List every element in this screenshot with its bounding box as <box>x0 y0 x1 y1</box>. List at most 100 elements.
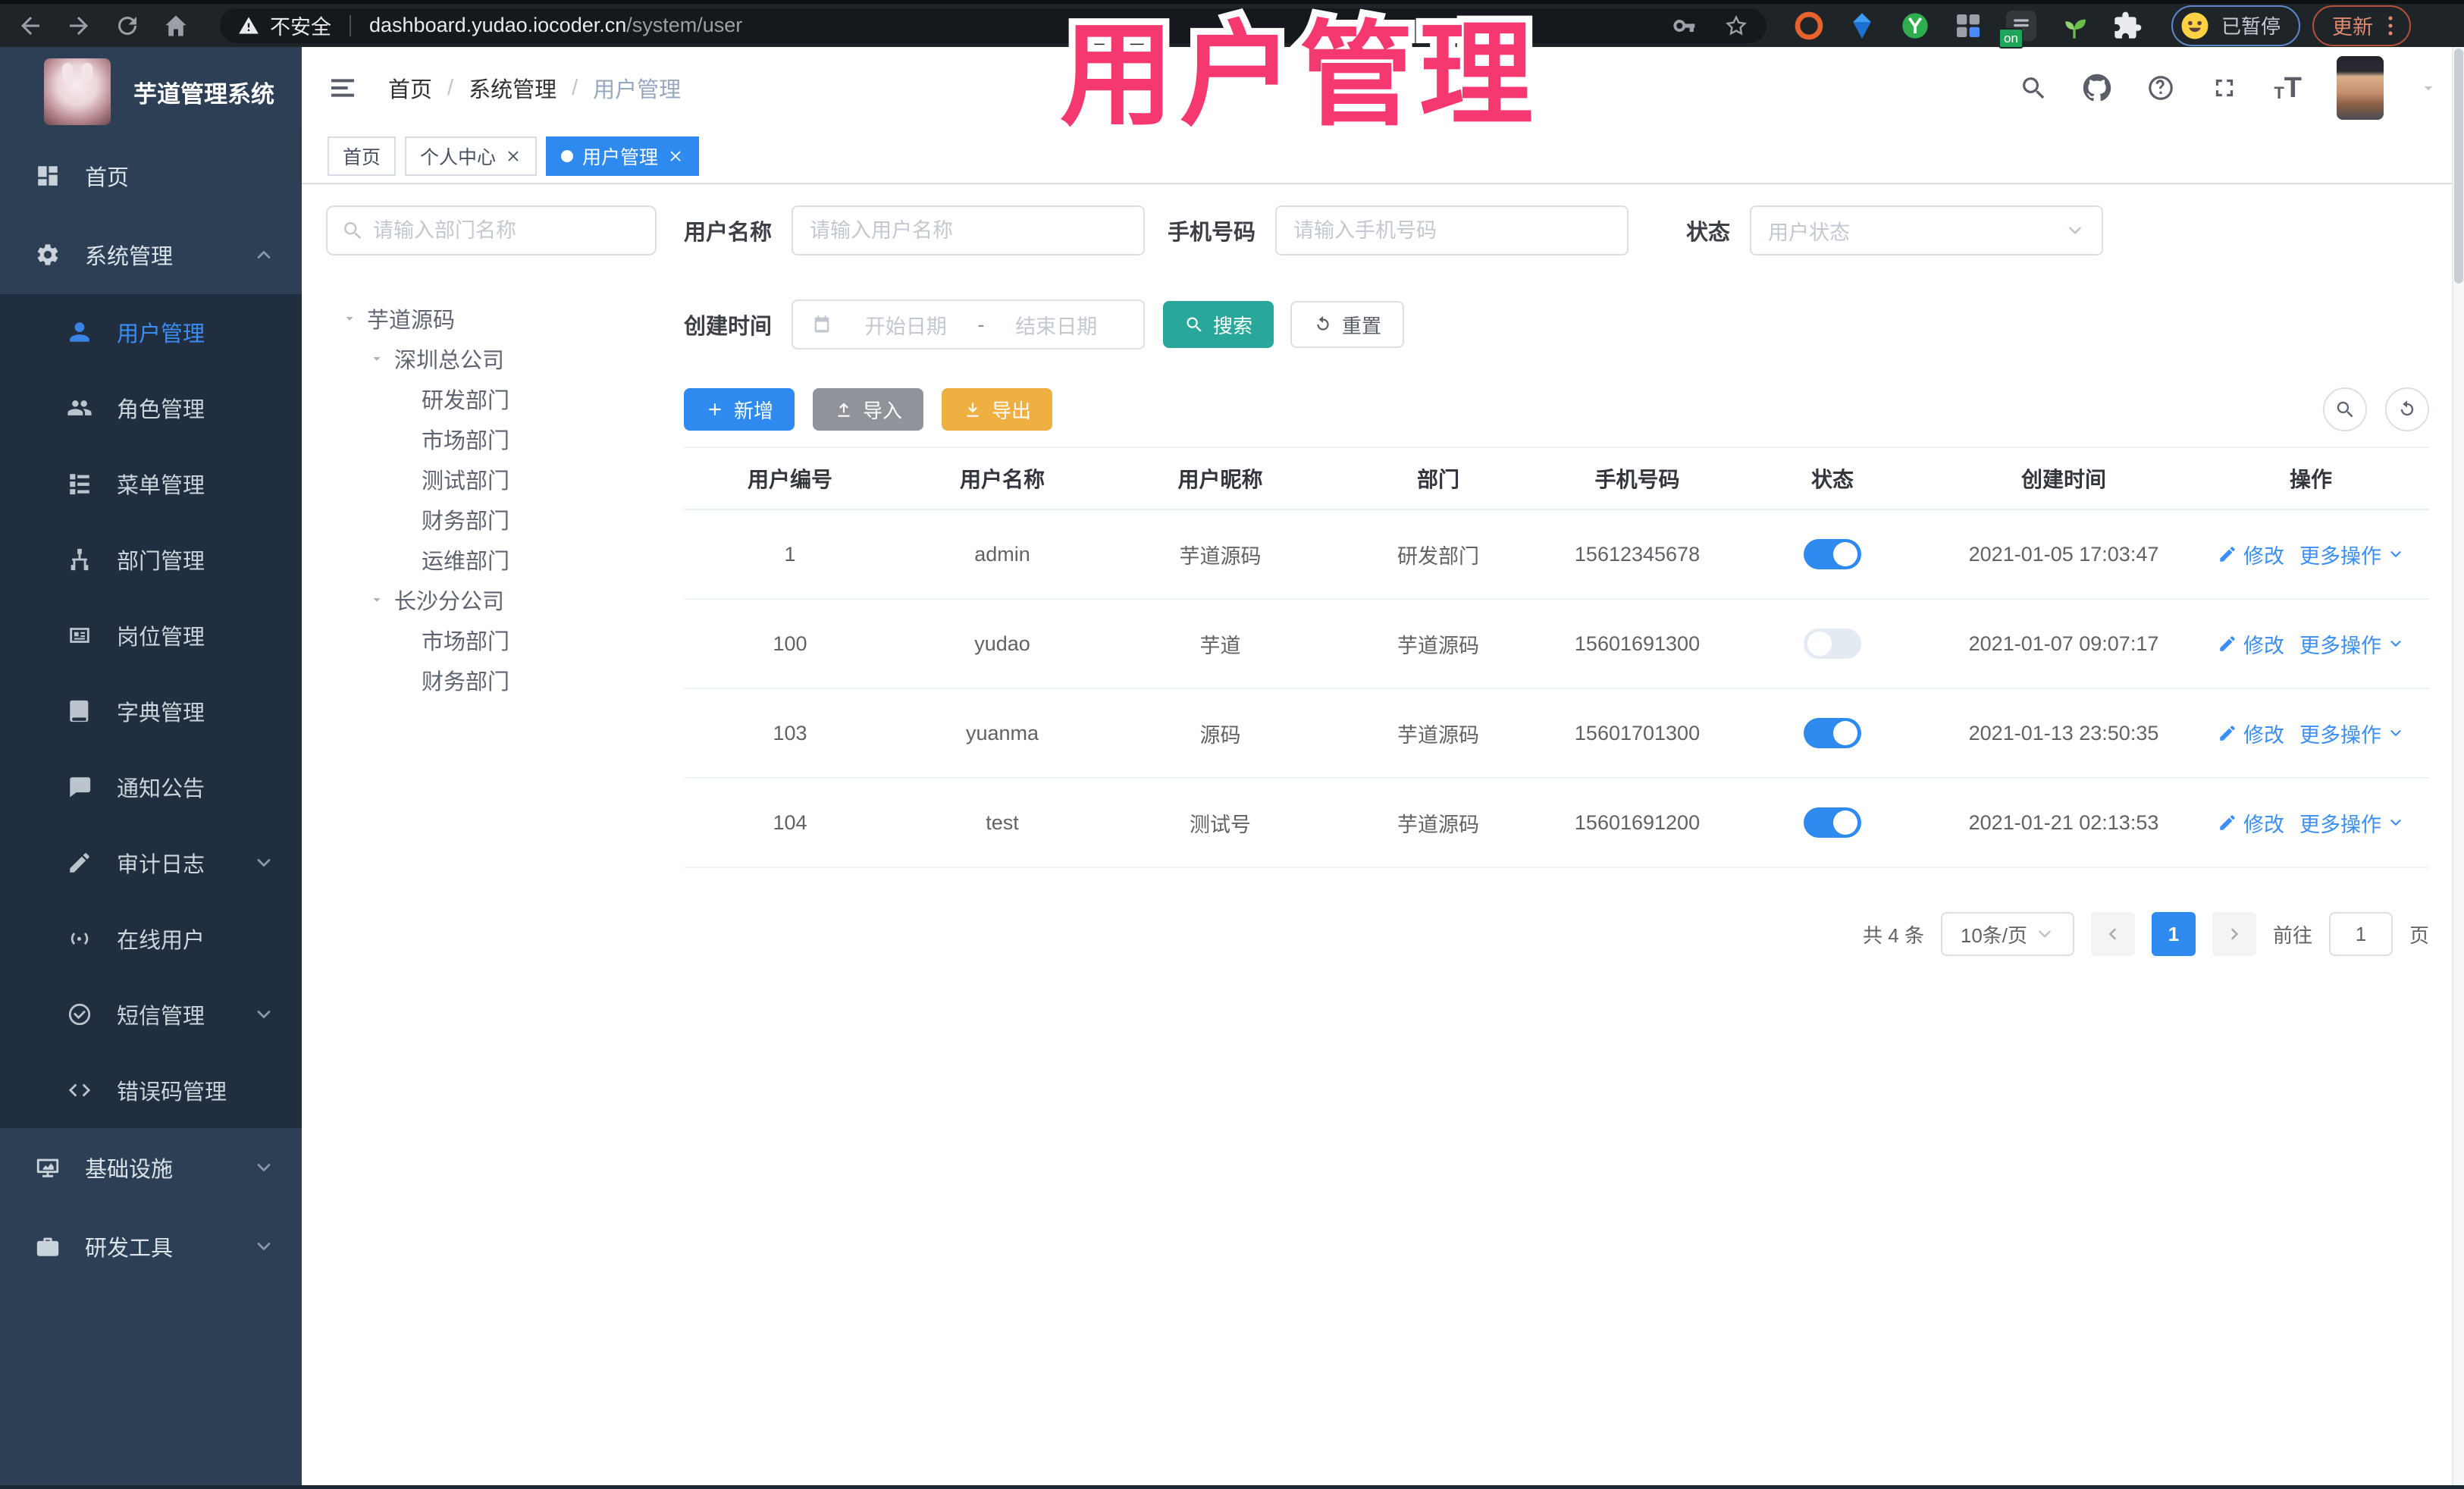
browser-forward-icon[interactable] <box>65 12 92 39</box>
next-page-button[interactable] <box>2212 912 2256 956</box>
breadcrumb-home[interactable]: 首页 <box>388 72 432 104</box>
tree-node[interactable]: 长沙分公司 <box>326 579 657 619</box>
status-toggle[interactable] <box>1804 807 1861 838</box>
scrollbar-thumb[interactable] <box>2454 49 2463 284</box>
edit-link[interactable]: 修改 <box>2218 629 2284 659</box>
cell-nickname: 测试号 <box>1190 813 1251 836</box>
cell-created: 2021-01-05 17:03:47 <box>1968 542 2159 566</box>
tab[interactable]: 个人中心 <box>405 136 538 176</box>
chevron-icon <box>253 1157 274 1178</box>
tree-node[interactable]: 测试部门 <box>326 459 657 499</box>
sidebar-menu-item[interactable]: 首页 <box>0 136 302 215</box>
browser-profile-chip[interactable]: 已暂停 <box>2171 5 2301 46</box>
bookmark-star-icon[interactable] <box>1724 14 1748 38</box>
tab[interactable]: 首页 <box>328 136 397 176</box>
status-select[interactable]: 用户状态 <box>1750 205 2104 255</box>
current-page[interactable]: 1 <box>2151 912 2196 956</box>
extensions-puzzle-icon[interactable] <box>2112 11 2143 41</box>
tree-node[interactable]: 芋道源码 <box>326 298 657 338</box>
refresh-table-button[interactable] <box>2385 387 2429 431</box>
more-actions-link[interactable]: 更多操作 <box>2299 719 2404 748</box>
edit-link[interactable]: 修改 <box>2218 808 2284 838</box>
extension-grid-icon[interactable] <box>1953 11 1983 41</box>
status-toggle[interactable] <box>1804 718 1861 748</box>
tree-node[interactable]: 财务部门 <box>326 660 657 700</box>
search-button[interactable]: 搜索 <box>1163 301 1274 348</box>
main-scrollbar[interactable] <box>2452 47 2464 1489</box>
caret-down-icon[interactable] <box>368 350 385 367</box>
toggle-search-button[interactable] <box>2323 387 2367 431</box>
tree-node-label: 深圳总公司 <box>394 348 505 373</box>
reset-button[interactable]: 重置 <box>1290 301 1405 348</box>
sidebar-menu-item[interactable]: 在线用户 <box>0 901 302 976</box>
sidebar-menu-item[interactable]: 审计日志 <box>0 825 302 901</box>
header-search-icon[interactable] <box>2019 74 2048 102</box>
import-button[interactable]: 导入 <box>813 388 924 431</box>
sidebar-menu-item[interactable]: 短信管理 <box>0 976 302 1052</box>
username-input[interactable] <box>792 205 1146 255</box>
add-button[interactable]: 新增 <box>684 388 795 431</box>
extension-on-icon[interactable]: on <box>1998 10 2036 49</box>
status-toggle[interactable] <box>1804 629 1861 659</box>
breadcrumb-system[interactable]: 系统管理 <box>469 72 556 104</box>
browser-menu-icon[interactable] <box>2378 13 2403 39</box>
prev-page-button[interactable] <box>2090 912 2135 956</box>
browser-reload-icon[interactable] <box>114 12 141 39</box>
caret-down-icon[interactable] <box>341 310 358 327</box>
fullscreen-icon[interactable] <box>2210 74 2239 102</box>
tree-node[interactable]: 财务部门 <box>326 499 657 539</box>
font-size-icon[interactable]: TT <box>2274 74 2302 102</box>
sidebar-menu-item[interactable]: 部门管理 <box>0 522 302 597</box>
tab[interactable]: 用户管理 <box>546 136 700 176</box>
edit-link[interactable]: 修改 <box>2218 719 2284 748</box>
sidebar-menu-item[interactable]: 用户管理 <box>0 294 302 370</box>
tree-node[interactable]: 运维部门 <box>326 539 657 579</box>
created-date-range[interactable]: 开始日期 - 结束日期 <box>792 299 1146 350</box>
browser-home-icon[interactable] <box>162 12 190 39</box>
close-icon[interactable] <box>505 148 522 165</box>
page-size-select[interactable]: 10条/页 <box>1940 912 2074 956</box>
extension-y-icon[interactable] <box>1900 11 1930 41</box>
close-icon[interactable] <box>667 148 684 165</box>
password-key-icon[interactable] <box>1672 14 1697 38</box>
download-icon <box>963 400 983 419</box>
hamburger-icon[interactable] <box>328 73 358 103</box>
more-actions-link[interactable]: 更多操作 <box>2299 540 2404 569</box>
extension-sprout-icon[interactable] <box>2059 11 2089 41</box>
goto-page-input[interactable] <box>2328 912 2393 956</box>
status-toggle[interactable] <box>1804 539 1861 569</box>
tree-node[interactable]: 市场部门 <box>326 418 657 459</box>
sidebar-menu-item[interactable]: 角色管理 <box>0 370 302 446</box>
sidebar-menu-item[interactable]: 岗位管理 <box>0 597 302 673</box>
sidebar-menu-item[interactable]: 错误码管理 <box>0 1052 302 1128</box>
help-icon[interactable] <box>2146 74 2175 102</box>
total-count: 共 4 条 <box>1863 923 1924 947</box>
extension-gem-icon[interactable] <box>1847 11 1877 41</box>
browser-update-button[interactable]: 更新 <box>2312 5 2412 46</box>
checkcircle-icon <box>67 1002 92 1027</box>
edit-link[interactable]: 修改 <box>2218 540 2284 569</box>
user-avatar[interactable] <box>2337 56 2384 120</box>
export-button[interactable]: 导出 <box>942 388 1053 431</box>
avatar-caret-icon[interactable] <box>2419 78 2438 98</box>
sidebar-menu-item[interactable]: 菜单管理 <box>0 446 302 522</box>
tree-node[interactable]: 深圳总公司 <box>326 338 657 378</box>
address-bar[interactable]: 不安全 dashboard.yudao.iocoder.cn /system/u… <box>220 8 1766 43</box>
github-icon[interactable] <box>2083 74 2111 102</box>
sidebar-menu-item[interactable]: 基础设施 <box>0 1128 302 1207</box>
mobile-input[interactable] <box>1275 205 1629 255</box>
more-actions-link[interactable]: 更多操作 <box>2299 808 2404 838</box>
tree-node[interactable]: 研发部门 <box>326 378 657 418</box>
browser-back-icon[interactable] <box>17 12 44 39</box>
sidebar-menu-item[interactable]: 字典管理 <box>0 673 302 749</box>
caret-down-icon[interactable] <box>368 591 385 608</box>
sidebar-menu-item[interactable]: 研发工具 <box>0 1207 302 1286</box>
extension-ubuntu-icon[interactable] <box>1794 11 1824 41</box>
more-actions-link[interactable]: 更多操作 <box>2299 629 2404 659</box>
chevdown-icon <box>253 1236 274 1257</box>
security-warning-icon[interactable] <box>238 15 259 36</box>
dept-search-input[interactable] <box>373 218 641 243</box>
sidebar-menu-item[interactable]: 通知公告 <box>0 749 302 825</box>
sidebar-menu-item[interactable]: 系统管理 <box>0 215 302 294</box>
tree-node[interactable]: 市场部门 <box>326 619 657 660</box>
